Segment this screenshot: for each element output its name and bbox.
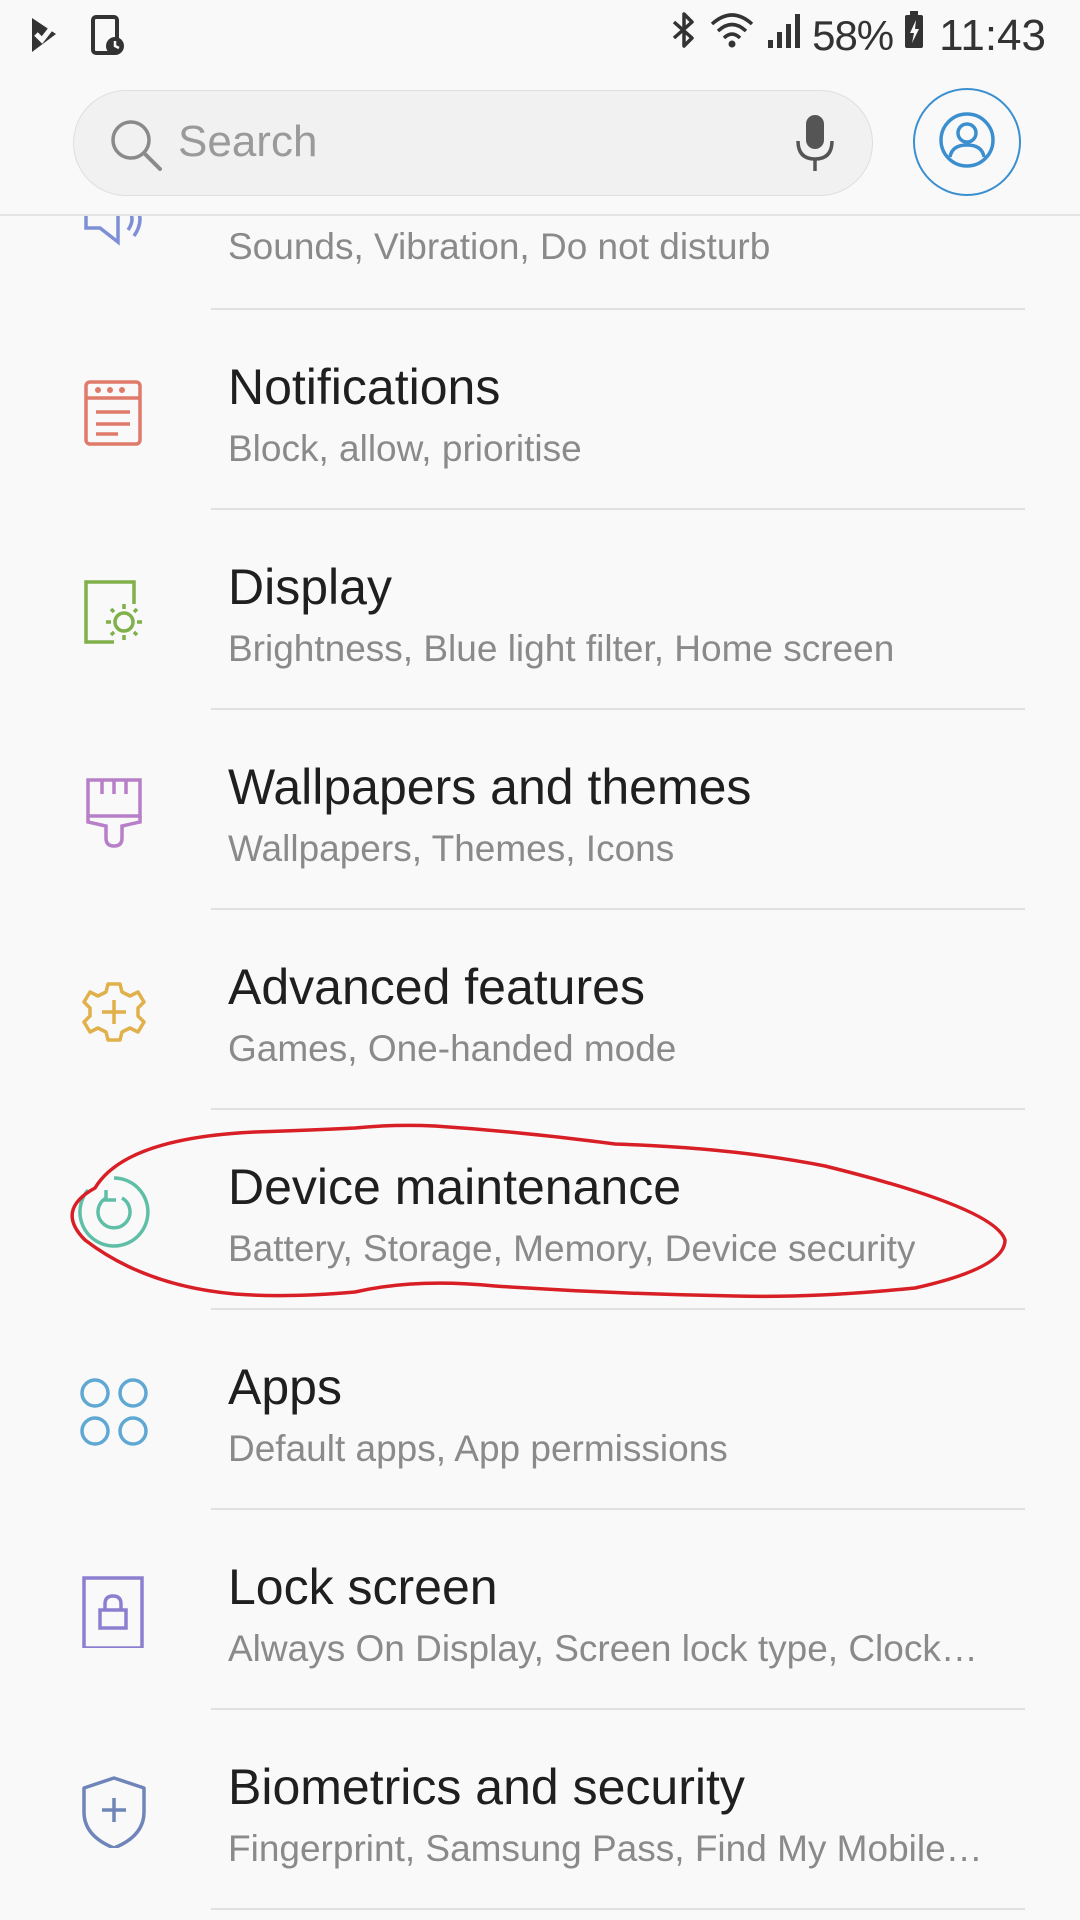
bluetooth-icon	[670, 10, 698, 61]
list-item-title: Notifications	[228, 359, 501, 415]
list-item-title: Advanced features	[228, 959, 645, 1015]
notifications-icon	[78, 376, 150, 448]
list-item-title: Biometrics and security	[228, 1759, 745, 1815]
clock: 11:43	[939, 10, 1046, 60]
paintbrush-icon	[78, 776, 150, 848]
list-item-wallpapers[interactable]: Wallpapers and themes Wallpapers, Themes…	[0, 710, 1080, 910]
gear-plus-icon	[78, 976, 150, 1048]
wifi-icon	[708, 10, 756, 61]
list-item-subtitle: Fingerprint, Samsung Pass, Find My Mobil…	[228, 1828, 983, 1869]
apps-grid-icon	[78, 1376, 150, 1448]
status-bar: 58% 11:43	[0, 0, 1080, 74]
list-item-display[interactable]: Display Brightness, Blue light filter, H…	[0, 510, 1080, 710]
list-item-title: Device maintenance	[228, 1159, 682, 1215]
search-header: Search	[0, 74, 1080, 216]
account-button[interactable]	[913, 88, 1021, 196]
notification-check-icon	[26, 14, 62, 63]
settings-list: Sounds, Vibration, Do not disturb Notifi…	[0, 192, 1080, 1910]
list-item-notifications[interactable]: Notifications Block, allow, prioritise	[0, 310, 1080, 510]
profile-icon	[937, 110, 997, 175]
lock-icon	[78, 1576, 150, 1650]
list-item-subtitle: Block, allow, prioritise	[228, 428, 582, 469]
list-item-apps[interactable]: Apps Default apps, App permissions	[0, 1310, 1080, 1510]
list-item-title: Lock screen	[228, 1559, 498, 1615]
list-item-subtitle: Brightness, Blue light filter, Home scre…	[228, 628, 895, 669]
search-bar[interactable]: Search	[73, 90, 873, 196]
list-item-advanced-features[interactable]: Advanced features Games, One-handed mode	[0, 910, 1080, 1110]
list-item-subtitle: Games, One-handed mode	[228, 1028, 677, 1069]
signal-icon	[766, 10, 802, 61]
list-item-device-maintenance[interactable]: Device maintenance Battery, Storage, Mem…	[0, 1110, 1080, 1310]
display-brightness-icon	[78, 576, 150, 648]
list-item-subtitle: Wallpapers, Themes, Icons	[228, 828, 675, 869]
list-item-subtitle: Default apps, App permissions	[228, 1428, 728, 1469]
settings-screen: 58% 11:43 Search Sounds, Vibration, Do n…	[0, 0, 1080, 1920]
list-item-subtitle: Sounds, Vibration, Do not disturb	[228, 226, 771, 267]
list-item-biometrics[interactable]: Biometrics and security Fingerprint, Sam…	[0, 1710, 1080, 1910]
microphone-icon[interactable]	[792, 113, 838, 180]
list-item-title: Display	[228, 559, 392, 615]
list-item-subtitle: Always On Display, Screen lock type, Clo…	[228, 1628, 978, 1669]
list-item-title: Apps	[228, 1359, 342, 1415]
shield-icon	[78, 1776, 150, 1850]
list-item-sounds[interactable]: Sounds, Vibration, Do not disturb	[0, 192, 1080, 310]
list-item-subtitle: Battery, Storage, Memory, Device securit…	[228, 1228, 916, 1269]
battery-percent: 58%	[812, 11, 894, 59]
divider	[211, 1908, 1025, 1910]
screen-timer-icon	[90, 14, 126, 63]
refresh-circle-icon	[78, 1176, 150, 1248]
battery-charging-icon	[903, 10, 925, 61]
list-item-title: Wallpapers and themes	[228, 759, 752, 815]
list-item-lock-screen[interactable]: Lock screen Always On Display, Screen lo…	[0, 1510, 1080, 1710]
search-placeholder: Search	[178, 117, 318, 166]
search-icon	[108, 117, 164, 178]
